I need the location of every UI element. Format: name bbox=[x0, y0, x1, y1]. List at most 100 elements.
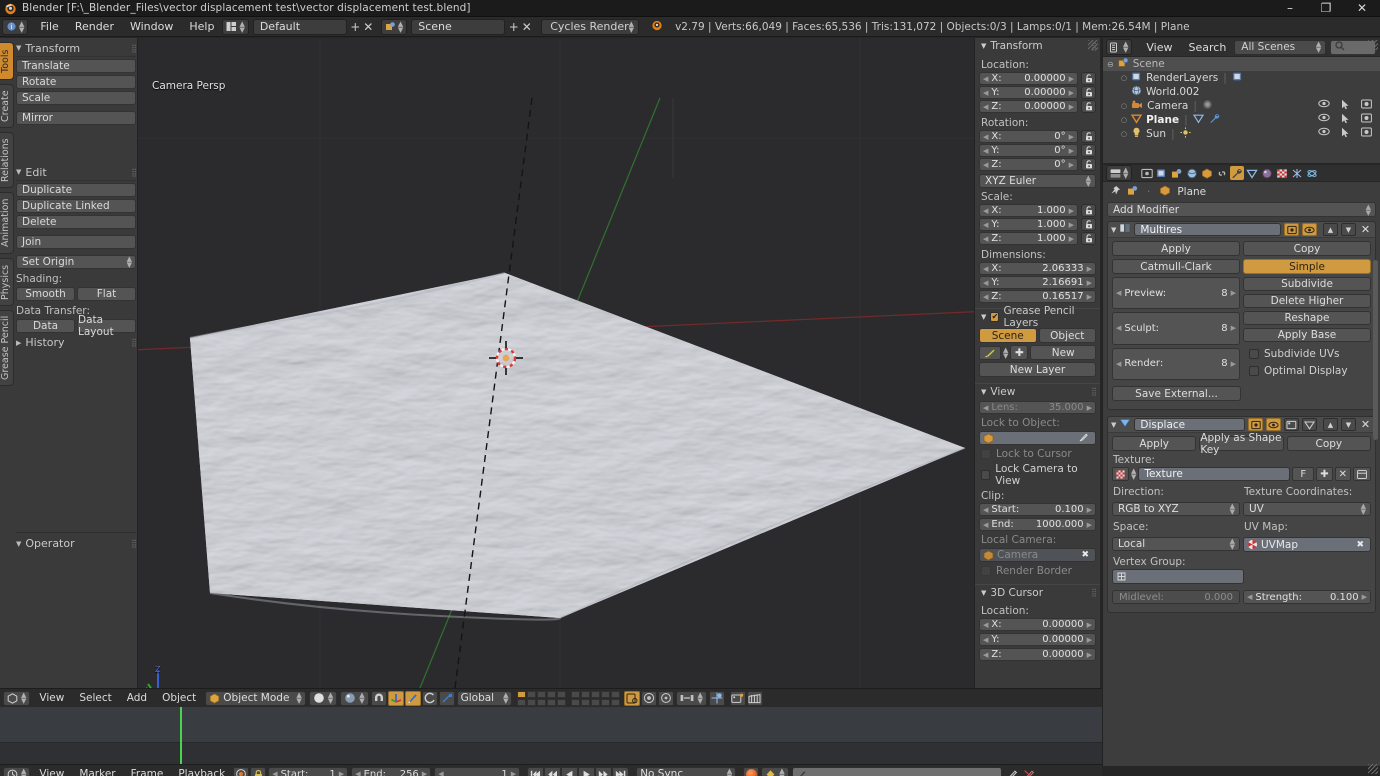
sync-mode-selector[interactable]: No Sync ▲▼ bbox=[636, 767, 736, 776]
outliner-row-world[interactable]: World.002 bbox=[1103, 85, 1380, 99]
layer-cell[interactable] bbox=[557, 691, 566, 698]
lock-rotation-y-button[interactable] bbox=[1081, 144, 1096, 157]
rotation-z-row[interactable]: ◀ Z: 0° ▶ bbox=[979, 158, 1078, 171]
lock-scale-z-button[interactable] bbox=[1081, 232, 1096, 245]
layer-cell[interactable] bbox=[547, 691, 556, 698]
outliner-display-mode[interactable]: All Scenes ▲▼ bbox=[1234, 40, 1326, 55]
multires-apply-base-button[interactable]: Apply Base bbox=[1243, 328, 1371, 342]
properties-tab-physics[interactable] bbox=[1305, 166, 1319, 180]
current-frame-field[interactable]: ◀ 1 ▶ bbox=[434, 767, 520, 776]
displace-direction-dropdown[interactable]: RGB to XYZ ▲▼ bbox=[1112, 502, 1240, 516]
close-button[interactable]: ✕ bbox=[1344, 0, 1380, 17]
layer-cell[interactable] bbox=[591, 691, 600, 698]
layer-cell[interactable] bbox=[601, 699, 610, 706]
resize-grip[interactable] bbox=[1368, 764, 1378, 774]
cursor-arrow-icon[interactable] bbox=[1341, 113, 1350, 127]
layer-cell[interactable] bbox=[581, 699, 590, 706]
triangle-down-icon[interactable]: ▼ bbox=[1111, 226, 1116, 234]
add-scene-button[interactable]: + bbox=[507, 20, 520, 34]
lock-location-z-button[interactable] bbox=[1081, 100, 1096, 113]
multires-move-up-button[interactable]: ▲ bbox=[1323, 223, 1338, 236]
screen-layout-browse-icon[interactable]: ▲▼ bbox=[222, 19, 248, 35]
timeline-menu-frame[interactable]: Frame bbox=[124, 768, 171, 776]
scene-field[interactable]: Scene bbox=[411, 19, 505, 35]
texture-show-in-editor-button[interactable] bbox=[1353, 467, 1371, 481]
add-modifier-dropdown[interactable]: Add Modifier ▲▼ bbox=[1107, 202, 1376, 217]
editor-type-selector-timeline[interactable]: ▲▼ bbox=[3, 767, 30, 776]
lock-scale-y-button[interactable] bbox=[1081, 218, 1096, 231]
multires-preview-field[interactable]: ◀ Preview: 8 ▶ bbox=[1112, 277, 1240, 309]
location-y-row[interactable]: ◀ Y: 0.00000 ▶ bbox=[979, 86, 1078, 99]
add-screen-button[interactable]: + bbox=[349, 20, 362, 34]
displace-show-in-editmode-toggle[interactable] bbox=[1284, 418, 1299, 431]
eyedropper-icon[interactable] bbox=[1079, 432, 1089, 445]
displace-delete-button[interactable]: ✕ bbox=[1359, 418, 1372, 431]
grease-pencil-enable-checkbox[interactable]: ✔ bbox=[990, 312, 999, 322]
grease-pencil-section-header[interactable]: ▼ ✔ Grease Pencil Layers bbox=[975, 308, 1100, 324]
insert-keyframe-icon[interactable] bbox=[1004, 767, 1020, 776]
rotation-x-field[interactable]: ◀ X: 0° ▶ bbox=[979, 130, 1078, 143]
modifier-header-multires[interactable]: ▼ Multires ▲ ▼ ✕ bbox=[1108, 222, 1375, 238]
tool-tab-grease-pencil[interactable]: Grease Pencil bbox=[0, 310, 14, 386]
timeline-track-area[interactable] bbox=[0, 707, 1102, 742]
outliner-row-plane[interactable]: ○ Plane | bbox=[1103, 113, 1380, 127]
delete-keyframe-icon[interactable] bbox=[1021, 767, 1037, 776]
frame-start-field[interactable]: ◀ Start: 1 ▶ bbox=[268, 767, 348, 776]
lamp-data-icon[interactable] bbox=[1180, 127, 1191, 141]
active-keying-set-field[interactable] bbox=[792, 767, 1002, 776]
outliner-row-scene[interactable]: ⊖ Scene bbox=[1103, 57, 1380, 71]
cursor-y-field[interactable]: ◀ Y: 0.00000 ▶ bbox=[979, 633, 1096, 646]
previous-keyframe-button[interactable] bbox=[544, 767, 561, 776]
timeline-menu-marker[interactable]: Marker bbox=[72, 768, 122, 776]
dimensions-x-row[interactable]: ◀ X: 2.06333 ▶ bbox=[979, 262, 1096, 275]
camera-render-icon[interactable] bbox=[1361, 99, 1372, 113]
operator-panel-header[interactable]: ▼ Operator ⣿ bbox=[16, 535, 136, 552]
lock-location-x-button[interactable] bbox=[1081, 72, 1096, 85]
duplicate-linked-button[interactable]: Duplicate Linked bbox=[16, 199, 136, 213]
view-section-header[interactable]: ▼ View ⣿ bbox=[975, 383, 1100, 399]
gp-new-button[interactable]: New bbox=[1030, 345, 1096, 360]
multires-delete-higher-button[interactable]: Delete Higher bbox=[1243, 294, 1371, 308]
layer-cell[interactable] bbox=[571, 699, 580, 706]
eye-icon[interactable] bbox=[1318, 113, 1330, 127]
tool-tab-animation[interactable]: Animation bbox=[0, 192, 14, 254]
camera-render-icon[interactable] bbox=[1361, 127, 1372, 141]
mirror-button[interactable]: Mirror bbox=[16, 111, 136, 125]
data-transfer-data-button[interactable]: Data bbox=[16, 319, 75, 333]
dimensions-x-field[interactable]: ◀ X: 2.06333 ▶ bbox=[979, 262, 1096, 275]
properties-tab-object-data[interactable] bbox=[1245, 166, 1259, 180]
layer-cell[interactable] bbox=[591, 699, 600, 706]
snap-target-icon[interactable] bbox=[709, 691, 725, 706]
displace-texture-field[interactable]: Texture bbox=[1138, 467, 1290, 481]
viewport-menu-add[interactable]: Add bbox=[120, 692, 154, 704]
cursor-section-header[interactable]: ▼ 3D Cursor ⣿ bbox=[975, 584, 1100, 600]
outliner-menu-view[interactable]: View bbox=[1138, 38, 1180, 57]
play-button[interactable] bbox=[578, 767, 595, 776]
duplicate-button[interactable]: Duplicate bbox=[16, 183, 136, 197]
cursor-x-field[interactable]: ◀ X: 0.00000 ▶ bbox=[979, 618, 1096, 631]
multires-delete-button[interactable]: ✕ bbox=[1359, 223, 1372, 236]
viewport-shading-selector[interactable]: ▲▼ bbox=[309, 691, 337, 706]
multires-move-down-button[interactable]: ▼ bbox=[1341, 223, 1356, 236]
scene-browse-icon[interactable]: ▲▼ bbox=[381, 19, 407, 35]
expand-circle-icon[interactable]: ○ bbox=[1121, 116, 1127, 124]
pin-icon[interactable] bbox=[1110, 185, 1121, 199]
renderlayer-data-icon[interactable] bbox=[1232, 71, 1243, 85]
properties-tab-object[interactable] bbox=[1200, 166, 1214, 180]
dimensions-y-field[interactable]: ◀ Y: 2.16691 ▶ bbox=[979, 276, 1096, 289]
lock-rotation-z-button[interactable] bbox=[1081, 158, 1096, 171]
location-z-field[interactable]: ◀ Z: 0.00000 ▶ bbox=[979, 100, 1078, 113]
properties-browse-icon[interactable] bbox=[1127, 185, 1138, 199]
rotation-y-row[interactable]: ◀ Y: 0° ▶ bbox=[979, 144, 1078, 157]
properties-tab-world[interactable] bbox=[1185, 166, 1199, 180]
layer-cell[interactable] bbox=[517, 691, 526, 698]
multires-reshape-button[interactable]: Reshape bbox=[1243, 311, 1371, 325]
displace-copy-button[interactable]: Copy bbox=[1287, 436, 1371, 451]
layer-cell[interactable] bbox=[601, 691, 610, 698]
scale-z-field[interactable]: ◀ Z: 1.000 ▶ bbox=[979, 232, 1078, 245]
expand-circle-icon[interactable]: ○ bbox=[1121, 102, 1127, 110]
edit-panel-header[interactable]: ▼ Edit ⣿ bbox=[16, 164, 136, 181]
outliner-row-camera[interactable]: ○ Camera | bbox=[1103, 99, 1380, 113]
expand-circle-icon[interactable]: ○ bbox=[1121, 74, 1127, 82]
lock-camera-to-view-row[interactable]: Lock Camera to View bbox=[981, 463, 1096, 487]
